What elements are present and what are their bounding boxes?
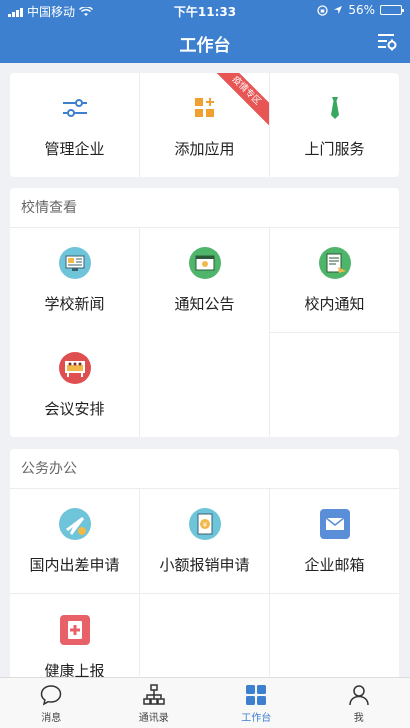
mail-icon — [319, 508, 351, 540]
tab-label: 我 — [353, 712, 364, 724]
news-icon — [58, 247, 91, 279]
tie-icon — [319, 92, 351, 124]
school-notice-icon — [318, 246, 351, 279]
health-report-button[interactable]: 健康上报 — [10, 594, 140, 677]
meeting-label: 会议安排 — [44, 399, 105, 418]
bottom-tab-bar: 消息 通讯录 工作台 我 — [0, 677, 410, 728]
company-mail-button[interactable]: 企业邮箱 — [270, 489, 399, 594]
office-section-card: 公务办公 国内出差申请 ¥ 小额报销申请 企业邮箱 健康上报 — [10, 449, 399, 677]
notice-board-label: 通知公告 — [174, 295, 235, 313]
add-app-button[interactable]: 疫情专区 添加应用 — [140, 73, 270, 177]
org-chart-icon — [143, 683, 165, 705]
empty-cell — [270, 333, 399, 437]
status-bar: 中国移动 下午11:33 56% — [0, 0, 410, 21]
business-trip-label: 国内出差申请 — [29, 555, 120, 574]
health-report-label: 健康上报 — [44, 662, 105, 677]
tab-messages[interactable]: 消息 — [0, 678, 103, 728]
home-service-label: 上门服务 — [304, 139, 365, 158]
tab-label: 通讯录 — [138, 712, 169, 724]
section-title: 公务办公 — [10, 449, 399, 489]
tab-me[interactable]: 我 — [308, 678, 410, 728]
health-icon — [59, 614, 91, 646]
manage-company-button[interactable]: 管理企业 — [10, 73, 140, 177]
rotation-lock-icon — [317, 4, 328, 16]
meeting-button[interactable]: 会议安排 — [10, 333, 140, 437]
grid-icon — [246, 684, 267, 705]
chat-bubble-icon — [40, 684, 62, 705]
school-notice-label: 校内通知 — [304, 294, 365, 313]
meeting-icon — [58, 351, 91, 384]
battery-percent: 56% — [348, 3, 375, 17]
school-section-card: 校情查看 学校新闻 通知公告 校内通知 会议安排 — [10, 188, 399, 437]
page-title: 工作台 — [179, 36, 231, 56]
airplane-icon — [58, 507, 91, 540]
quick-actions-card: 管理企业 疫情专区 添加应用 上门服务 — [10, 73, 399, 177]
manage-company-label: 管理企业 — [44, 139, 105, 158]
empty-cell — [140, 594, 270, 676]
empty-cell — [270, 594, 399, 676]
settings-menu-icon[interactable] — [376, 31, 398, 53]
notice-board-icon — [188, 247, 221, 279]
notice-board-button[interactable]: 通知公告 — [140, 228, 270, 333]
section-title: 校情查看 — [10, 188, 399, 228]
sliders-icon — [59, 92, 91, 124]
school-news-label: 学校新闻 — [44, 295, 105, 313]
company-mail-label: 企业邮箱 — [304, 555, 365, 574]
tab-label: 消息 — [41, 712, 62, 724]
grid-plus-icon — [189, 92, 221, 124]
reimbursement-icon: ¥ — [188, 507, 221, 540]
reimbursement-label: 小额报销申请 — [159, 555, 250, 574]
tab-workbench[interactable]: 工作台 — [205, 678, 308, 728]
tab-contacts[interactable]: 通讯录 — [103, 678, 206, 728]
reimbursement-button[interactable]: ¥ 小额报销申请 — [140, 489, 270, 594]
add-app-label: 添加应用 — [174, 139, 235, 158]
title-bar: 工作台 — [0, 21, 410, 63]
business-trip-button[interactable]: 国内出差申请 — [10, 489, 140, 594]
empty-cell — [140, 333, 270, 437]
school-notice-button[interactable]: 校内通知 — [270, 228, 399, 333]
svg-text:¥: ¥ — [202, 521, 207, 529]
location-icon — [334, 6, 343, 14]
school-news-button[interactable]: 学校新闻 — [10, 228, 140, 333]
person-icon — [349, 684, 369, 705]
battery-icon — [380, 5, 404, 15]
home-service-button[interactable]: 上门服务 — [270, 73, 399, 177]
tab-label: 工作台 — [241, 712, 272, 724]
